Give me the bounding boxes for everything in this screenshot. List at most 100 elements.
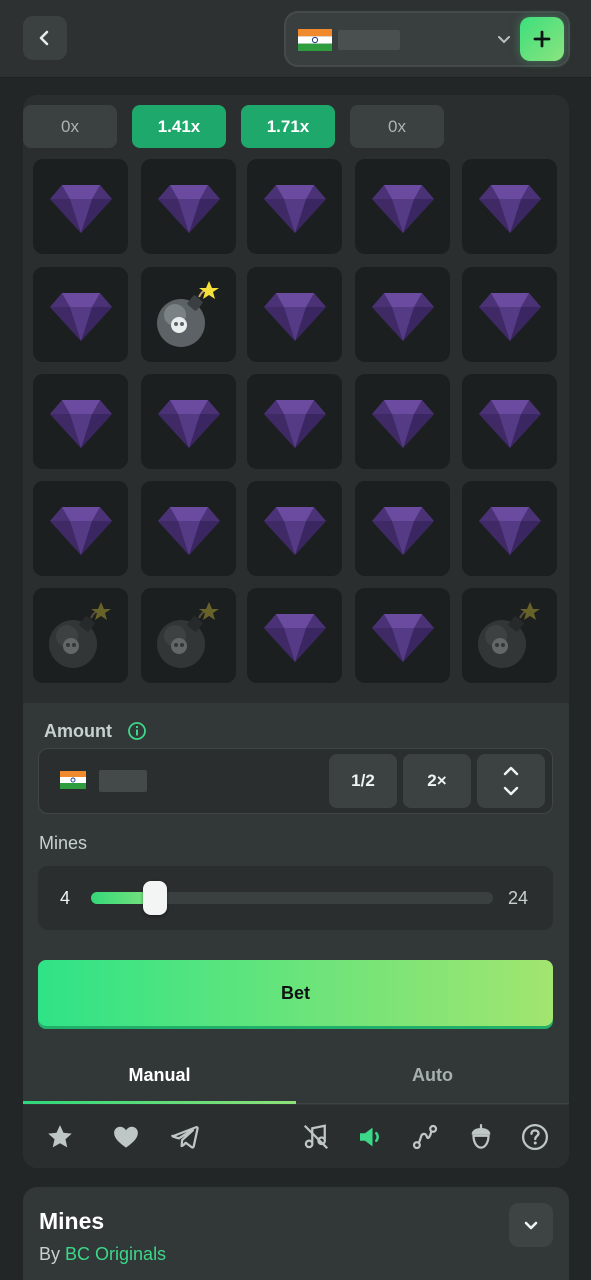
game-title: Mines [39, 1208, 105, 1234]
telegram-icon[interactable] [168, 1120, 202, 1154]
bomb-tile-unrevealed[interactable] [141, 588, 236, 683]
by-prefix: By [39, 1244, 61, 1264]
gem-tile[interactable] [33, 481, 128, 576]
game-toolbar [23, 1105, 569, 1168]
sound-icon[interactable] [353, 1120, 387, 1154]
wallet-selector[interactable] [284, 11, 570, 67]
gem-icon [371, 399, 434, 448]
mines-max: 24 [508, 888, 529, 908]
india-flag-icon [60, 771, 86, 794]
mines-count: 4 [60, 888, 71, 908]
chevron-up-down-icon [503, 766, 519, 796]
gem-icon [49, 506, 112, 555]
bomb-icon [477, 601, 540, 668]
gem-icon [157, 399, 220, 448]
mines-label: Mines [39, 833, 88, 853]
music-off-icon[interactable] [299, 1120, 333, 1154]
gem-icon [478, 506, 541, 555]
gem-tile[interactable] [247, 267, 342, 362]
gem-tile[interactable] [33, 159, 128, 254]
mines-slider[interactable] [91, 881, 493, 915]
gem-icon [263, 613, 326, 662]
double-button[interactable]: 2× [403, 754, 471, 808]
gem-tile[interactable] [33, 267, 128, 362]
gem-icon [157, 506, 220, 555]
info-expand-button[interactable] [509, 1203, 553, 1247]
gem-icon [49, 399, 112, 448]
gem-icon [478, 292, 541, 341]
heart-icon[interactable] [109, 1120, 143, 1154]
chevron-down-icon[interactable] [496, 31, 512, 52]
gem-tile[interactable] [247, 588, 342, 683]
slider-thumb[interactable] [143, 881, 168, 915]
gem-icon [157, 184, 220, 233]
gem-icon [263, 292, 326, 341]
active-tab-indicator [23, 1101, 296, 1104]
tab-auto[interactable]: Auto [296, 1046, 569, 1104]
route-icon[interactable] [408, 1120, 442, 1154]
amount-label: Amount [44, 721, 112, 741]
gem-icon [49, 292, 112, 341]
gem-icon [49, 184, 112, 233]
gem-tile[interactable] [462, 159, 557, 254]
help-icon[interactable] [518, 1120, 552, 1154]
bomb-tile-unrevealed[interactable] [462, 588, 557, 683]
bomb-icon [48, 601, 111, 668]
gem-icon [371, 506, 434, 555]
half-button[interactable]: 1/2 [329, 754, 397, 808]
gem-icon [478, 399, 541, 448]
gem-icon [263, 399, 326, 448]
mode-tabs: Manual Auto [23, 1046, 569, 1104]
gem-tile[interactable] [247, 159, 342, 254]
bet-controls: Amount 1/2 2× Mines 4 24 Bet Manual Auto [23, 703, 569, 1168]
bomb-icon [156, 280, 219, 347]
chevron-down-icon [524, 1221, 538, 1230]
bet-button[interactable]: Bet [38, 960, 553, 1026]
multiplier-chip: 1.71x [241, 105, 335, 148]
provider-link[interactable]: BC Originals [65, 1244, 166, 1264]
game-provider-line: By BC Originals [39, 1244, 166, 1265]
amount-value-redacted [99, 770, 147, 792]
acorn-icon[interactable] [464, 1120, 498, 1154]
gem-icon [478, 184, 541, 233]
back-button[interactable] [23, 16, 67, 60]
bomb-icon [156, 601, 219, 668]
gem-tile[interactable] [247, 374, 342, 469]
gem-tile[interactable] [247, 481, 342, 576]
bomb-tile-unrevealed[interactable] [33, 588, 128, 683]
amount-range-button[interactable] [477, 754, 545, 808]
gem-icon [263, 506, 326, 555]
bomb-tile[interactable] [141, 267, 236, 362]
gem-tile[interactable] [462, 374, 557, 469]
gem-tile[interactable] [141, 481, 236, 576]
gem-tile[interactable] [355, 267, 450, 362]
gem-icon [371, 613, 434, 662]
deposit-button[interactable] [520, 17, 564, 61]
tab-manual[interactable]: Manual [23, 1046, 296, 1104]
gem-tile[interactable] [141, 374, 236, 469]
chevron-left-icon [39, 30, 49, 46]
info-icon[interactable] [127, 721, 147, 741]
gem-tile[interactable] [355, 481, 450, 576]
gem-tile[interactable] [141, 159, 236, 254]
gem-icon [371, 292, 434, 341]
gem-tile[interactable] [462, 481, 557, 576]
gem-tile[interactable] [355, 159, 450, 254]
game-board: 0x 1.41x 1.71x 0x [23, 95, 569, 703]
mines-slider-box: 4 24 [38, 866, 553, 930]
wallet-balance-redacted [338, 30, 400, 50]
gem-tile[interactable] [355, 588, 450, 683]
india-flag-icon [298, 29, 332, 56]
multiplier-chip: 0x [350, 105, 444, 148]
gem-tile[interactable] [462, 267, 557, 362]
gem-tile[interactable] [355, 374, 450, 469]
gem-tile[interactable] [33, 374, 128, 469]
multiplier-chip: 0x [23, 105, 117, 148]
game-info-card: Mines By BC Originals [23, 1187, 569, 1280]
gem-icon [263, 184, 326, 233]
top-bar [0, 0, 591, 78]
star-icon[interactable] [43, 1120, 77, 1154]
plus-icon [533, 30, 551, 48]
gem-icon [371, 184, 434, 233]
amount-field[interactable]: 1/2 2× [38, 748, 553, 814]
